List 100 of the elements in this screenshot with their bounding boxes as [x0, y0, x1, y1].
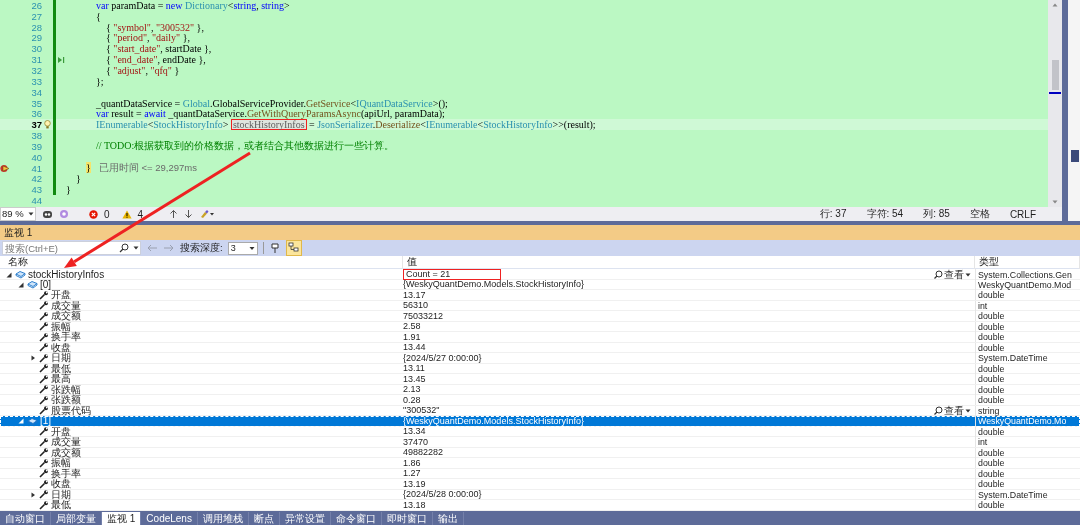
expand-arrow[interactable]: [30, 355, 36, 362]
zoom-dropdown[interactable]: 89 %: [0, 207, 36, 221]
warning-count[interactable]: 4: [137, 208, 144, 220]
status-item: CRLF: [1009, 208, 1036, 220]
wrench-icon: [39, 353, 49, 363]
tool-window-tab[interactable]: 命令窗口: [330, 512, 382, 525]
type-name: System.Collections.Gen: [978, 269, 1072, 280]
line-number: 29: [30, 32, 42, 44]
watch-row[interactable]: 最低 13.18 double: [0, 500, 1080, 511]
scroll-down-icon[interactable]: [1052, 199, 1058, 205]
variable-value: 1.91: [403, 332, 421, 342]
watch-row[interactable]: 换手率 1.27 double: [0, 468, 1080, 480]
watch-row[interactable]: 成交量 37470 int: [0, 437, 1080, 448]
search-depth-dropdown[interactable]: 3: [227, 241, 258, 255]
line-number: 40: [30, 151, 42, 163]
code-text: = JsonSerializer.Deserialize<IEnumerable<StockHistoryInfo>>(result);: [309, 119, 596, 131]
variable-value: 75033212: [403, 311, 444, 321]
variable-name: 股票代码: [51, 405, 91, 416]
line-number: 43: [30, 184, 42, 196]
watch-row[interactable]: 收盘 13.19 double: [0, 479, 1080, 490]
tree-view-toggle[interactable]: [285, 240, 302, 256]
view-button[interactable]: 查看: [934, 269, 971, 280]
brush-icon[interactable]: [199, 209, 216, 219]
annotated-identifier: stockHistoryInfos: [230, 119, 307, 131]
variable-name: 成交额: [51, 311, 81, 322]
watch-row[interactable]: 振幅 1.86 double: [0, 458, 1080, 469]
watch-row[interactable]: 成交额 49882282 double: [0, 447, 1080, 459]
vertical-scrollbar[interactable]: [1048, 0, 1062, 207]
run-to-click-icon[interactable]: [56, 55, 66, 64]
wrench-icon: [39, 427, 49, 437]
pin-icon[interactable]: [268, 242, 281, 254]
search-field[interactable]: 搜索(Ctrl+E): [2, 241, 141, 255]
arrow-up-icon[interactable]: [169, 209, 179, 219]
panel-title: 监视 1: [4, 225, 33, 240]
watch-row[interactable]: 成交额 75033212 double: [0, 311, 1080, 322]
watch-row[interactable]: [0] {WeskyQuantDemo.Models.StockHistoryInfo} WeskyQuantDemo.Mod: [0, 279, 1080, 291]
object-icon: [15, 270, 26, 279]
watch-row[interactable]: 日期 {2024/5/28 0:00:00} System.DateTime: [0, 489, 1080, 501]
wrench-icon: [39, 311, 49, 321]
variable-value: 13.11: [403, 364, 425, 374]
type-name: double: [978, 500, 1005, 511]
error-count[interactable]: 0: [104, 208, 110, 220]
variable-name: 振幅: [51, 458, 71, 469]
tool-window-tab[interactable]: CodeLens: [141, 512, 198, 525]
scroll-up-icon[interactable]: [1052, 2, 1058, 8]
code-text: { "start_date", startDate },: [106, 43, 212, 55]
line-number: 36: [30, 108, 42, 120]
status-item: 行: 37: [819, 207, 847, 221]
caret-icon: [965, 407, 971, 414]
search-icon: [119, 243, 129, 253]
variable-name: 成交量: [51, 437, 81, 448]
column-header[interactable]: 类型: [975, 256, 1080, 269]
variable-name: 最高: [51, 374, 71, 385]
column-header[interactable]: 值: [403, 256, 975, 269]
watch-row[interactable]: 张跌额 0.28 double: [0, 395, 1080, 406]
lightbulb-icon[interactable]: [44, 120, 51, 130]
variable-name: [0]: [40, 279, 52, 290]
variable-value: 2.58: [403, 322, 421, 332]
variable-value: 37470: [403, 437, 429, 447]
variable-value: 13.45: [403, 374, 426, 384]
wrench-icon: [39, 343, 49, 353]
arrow-down-icon[interactable]: [184, 209, 194, 219]
code-text: {: [96, 10, 101, 22]
search-icon: [934, 270, 943, 279]
variable-name: 成交量: [51, 300, 81, 311]
type-name: System.DateTime: [978, 353, 1048, 364]
scroll-thumb[interactable]: [1051, 60, 1059, 90]
view-button[interactable]: 查看: [934, 405, 971, 416]
warning-icon: [121, 209, 132, 219]
watch-row[interactable]: 日期 {2024/5/27 0:00:00} System.DateTime: [0, 353, 1080, 364]
expand-arrow[interactable]: [30, 491, 36, 498]
tool-window-tab[interactable]: 断点: [248, 512, 280, 525]
type-name: double: [978, 447, 1005, 458]
watch-row[interactable]: stockHistoryInfos Count = 21 查看 System.Collections.Gen: [0, 269, 1080, 280]
watch-row[interactable]: 开盘 13.17 double: [0, 290, 1080, 301]
watch-row[interactable]: 收盘 13.44 double: [0, 342, 1080, 354]
tool-window-tab[interactable]: 异常设置: [279, 512, 331, 525]
tool-window-tab[interactable]: 输出: [432, 512, 464, 525]
expand-arrow[interactable]: [18, 281, 24, 288]
code-text: var result = await _quantDataService.GetWithQueryParamsAsync(apiUrl, paramData);: [96, 108, 445, 120]
variable-name: 日期: [51, 489, 71, 500]
wrench-icon: [39, 479, 49, 489]
code-text: { "end_date", endDate },: [106, 54, 206, 66]
elapsed-time-hint: 已用时间 <= 29,297ms: [98, 161, 197, 175]
watch-row[interactable]: 换手率 1.91 double: [0, 332, 1080, 343]
variable-value: Count = 21: [403, 269, 501, 280]
watch-row[interactable]: 开盘 13.34 double: [0, 426, 1080, 438]
watch-row[interactable]: 成交量 56310 int: [0, 300, 1080, 312]
tool-window-tab[interactable]: 即时窗口: [381, 512, 433, 525]
wrench-icon: [39, 490, 49, 500]
expand-arrow[interactable]: [6, 271, 12, 278]
wrench-icon: [39, 301, 49, 311]
tool-window-tab[interactable]: 调用堆栈: [197, 512, 249, 525]
tool-window-tab[interactable]: 监视 1: [102, 512, 142, 525]
variable-value: 0.28: [403, 395, 421, 405]
tool-window-tab[interactable]: 自动窗口: [0, 512, 51, 525]
line-number: 37: [30, 119, 42, 131]
execution-pointer-icon: [0, 163, 10, 173]
variable-value: 13.18: [403, 500, 426, 510]
watch-row[interactable]: 最高 13.45 double: [0, 374, 1080, 385]
